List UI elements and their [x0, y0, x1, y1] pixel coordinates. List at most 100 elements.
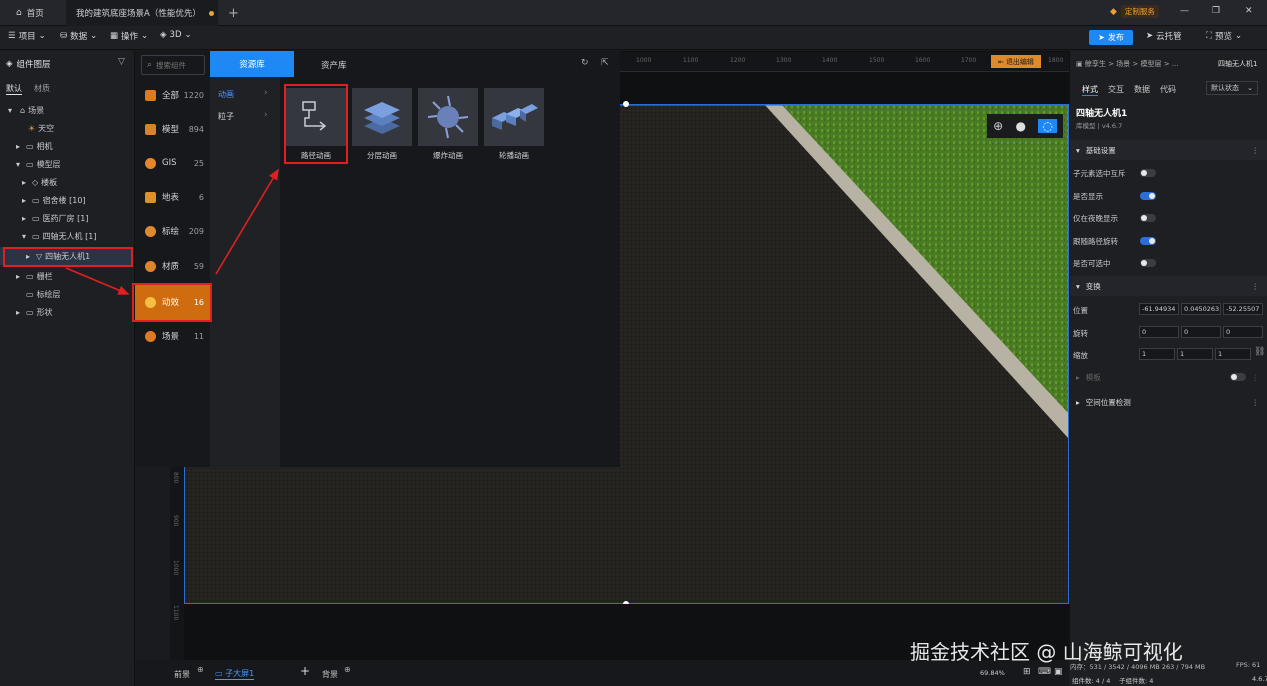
image-icon[interactable]: ▣: [1054, 667, 1063, 677]
tree-item-camera[interactable]: ▸ ▭ 相机: [0, 137, 133, 155]
caret-down-icon: ▾: [1076, 145, 1080, 155]
popout-icon[interactable]: ⇱: [601, 58, 609, 68]
category-material[interactable]: 材质 59: [135, 248, 210, 284]
section-transform[interactable]: ▾ 变换 ⋮: [1070, 276, 1267, 296]
category-gis[interactable]: GIS 25: [135, 145, 210, 181]
rotation-x-input[interactable]: 0: [1139, 326, 1179, 338]
foreground-tab[interactable]: 前景: [174, 669, 190, 680]
add-circle-icon[interactable]: ⊕: [344, 665, 351, 674]
ruler-tick: 1100: [172, 605, 179, 621]
toggle-follow-path[interactable]: [1140, 237, 1156, 245]
tab-scene[interactable]: 我的建筑底座场景A（性能优先）: [66, 0, 218, 26]
tree-item-factory[interactable]: ▸ ▭ 医药厂房 [1]: [0, 209, 133, 227]
add-circle-icon[interactable]: ⊕: [197, 665, 204, 674]
menu-project[interactable]: ☰ 项目 ⌄: [8, 30, 46, 42]
tree-label: 楼板: [41, 177, 58, 187]
exit-edit-button[interactable]: ⇤ 退出编辑: [991, 55, 1041, 68]
toggle-child-exclusive[interactable]: [1140, 169, 1156, 177]
toggle-visible[interactable]: [1140, 192, 1156, 200]
rotation-z-input[interactable]: 0: [1223, 326, 1263, 338]
circle-icon[interactable]: ●: [1016, 119, 1026, 133]
more-icon[interactable]: ⋮: [1252, 146, 1260, 155]
link-icon[interactable]: ⛓: [1254, 347, 1265, 357]
globe-icon[interactable]: ⊕: [993, 119, 1003, 133]
rotation-y-input[interactable]: 0: [1181, 326, 1221, 338]
tab-resource-library[interactable]: 资源库: [210, 51, 294, 77]
scale-x-input[interactable]: 1: [1139, 348, 1175, 360]
tab-code[interactable]: 代码: [1160, 84, 1176, 95]
exit-icon: ⇤: [998, 57, 1004, 66]
tree-item-fence[interactable]: ▸ ▭ 栅栏: [0, 267, 133, 285]
tree-item-shape[interactable]: ▸ ▭ 形状: [0, 303, 133, 321]
fit-icon[interactable]: ⊞: [1023, 667, 1031, 677]
tree-label: 形状: [36, 307, 53, 317]
search-input[interactable]: 搜索组件: [156, 60, 186, 71]
keyboard-icon[interactable]: ⌨: [1038, 667, 1051, 677]
maximize-icon[interactable]: ❐: [1212, 6, 1220, 16]
tab-style[interactable]: 样式: [1082, 84, 1098, 96]
position-z-input[interactable]: -52.25507: [1223, 303, 1263, 315]
more-icon[interactable]: ⋮: [1252, 398, 1260, 407]
rotate-icon[interactable]: ◌: [1038, 119, 1057, 133]
more-icon[interactable]: ⋮: [1252, 373, 1260, 382]
cloud-host-button[interactable]: ➤ 云托管: [1146, 30, 1182, 42]
scale-z-input[interactable]: 1: [1215, 348, 1251, 360]
custom-service-button[interactable]: ◆ 定制服务: [1110, 5, 1159, 18]
child-screen-tab[interactable]: ▭ 子大屏1: [215, 668, 255, 680]
zoom-level[interactable]: 69.84%: [980, 669, 1005, 677]
category-all[interactable]: 全部 1220: [135, 77, 210, 113]
caret-right-icon: ▸: [16, 307, 21, 317]
scale-y-input[interactable]: 1: [1177, 348, 1213, 360]
breadcrumb[interactable]: ▣ 鲸孪生 > 场景 > 模型层 > ...: [1076, 59, 1178, 69]
section-basic-settings[interactable]: ▾ 基础设置 ⋮: [1070, 140, 1267, 160]
category-count: 1220: [183, 90, 204, 100]
tree-item-dormitory[interactable]: ▸ ▭ 宿舍楼 [10]: [0, 191, 133, 209]
search-box[interactable]: ⌕ 搜索组件: [141, 55, 205, 75]
menu-operation[interactable]: ▦ 操作 ⌄: [110, 30, 148, 42]
menu-data[interactable]: ⛁ 数据 ⌄: [60, 30, 97, 42]
position-x-input[interactable]: -61.94934: [1139, 303, 1179, 315]
resize-handle[interactable]: [623, 101, 629, 107]
publish-button[interactable]: ➤ 发布: [1089, 30, 1133, 45]
new-tab-button[interactable]: +: [228, 0, 244, 26]
tree-item-floor[interactable]: ▸ ◇ 楼板: [0, 173, 133, 191]
category-scene[interactable]: 场景 11: [135, 318, 210, 354]
tab-asset-library[interactable]: 资产库: [321, 59, 347, 71]
tree-item-scene[interactable]: ▾ ⌂ 场景: [0, 101, 133, 119]
tab-home[interactable]: ⌂ 首页: [8, 0, 64, 26]
section-template[interactable]: ▸ 模板 ⋮: [1070, 367, 1267, 387]
ruler-tick: 1700: [961, 57, 977, 64]
plus-icon[interactable]: +: [300, 664, 310, 678]
category-model[interactable]: 模型 894: [135, 111, 210, 147]
item-layer-animation[interactable]: [352, 88, 412, 146]
tab-data[interactable]: 数据: [1134, 84, 1150, 95]
tab-interaction[interactable]: 交互: [1108, 84, 1124, 95]
section-space-detection[interactable]: ▸ 空间位置检测 ⋮: [1070, 392, 1267, 412]
tab-material[interactable]: 材质: [34, 83, 50, 94]
state-select[interactable]: 默认状态 ⌄: [1206, 81, 1258, 95]
filter-icon[interactable]: ▽: [118, 57, 125, 67]
position-y-input[interactable]: 0.0450263: [1181, 303, 1221, 315]
background-tab[interactable]: 背景: [322, 669, 338, 680]
preview-button[interactable]: ⛶ 预览 ⌄: [1206, 30, 1242, 42]
minimize-icon[interactable]: —: [1180, 6, 1189, 16]
toggle-night-only[interactable]: [1140, 214, 1156, 222]
item-carousel-animation[interactable]: [484, 88, 544, 146]
close-icon[interactable]: ✕: [1245, 6, 1253, 16]
item-explode-animation[interactable]: [418, 88, 478, 146]
subcat-particle[interactable]: 粒子: [218, 111, 234, 122]
toggle-template[interactable]: [1230, 373, 1246, 381]
tree-item-model-layer[interactable]: ▾ ▭ 模型层: [0, 155, 133, 173]
ruler-tick: 1000: [636, 57, 652, 64]
subcat-animation[interactable]: 动画: [218, 89, 234, 100]
toggle-selectable[interactable]: [1140, 259, 1156, 267]
tree-item-plot-layer[interactable]: ▭ 标绘层: [0, 285, 133, 303]
category-terrain[interactable]: 地表 6: [135, 179, 210, 215]
more-icon[interactable]: ⋮: [1252, 282, 1260, 291]
tab-default[interactable]: 默认: [6, 83, 22, 95]
refresh-icon[interactable]: ↻: [581, 58, 589, 68]
menu-3d[interactable]: ◈ 3D ⌄: [160, 30, 192, 40]
tree-item-drone-group[interactable]: ▾ ▭ 四轴无人机 [1]: [0, 227, 133, 245]
tree-item-sky[interactable]: ☀ 天空: [0, 119, 133, 137]
category-plot[interactable]: 标绘 209: [135, 213, 210, 249]
